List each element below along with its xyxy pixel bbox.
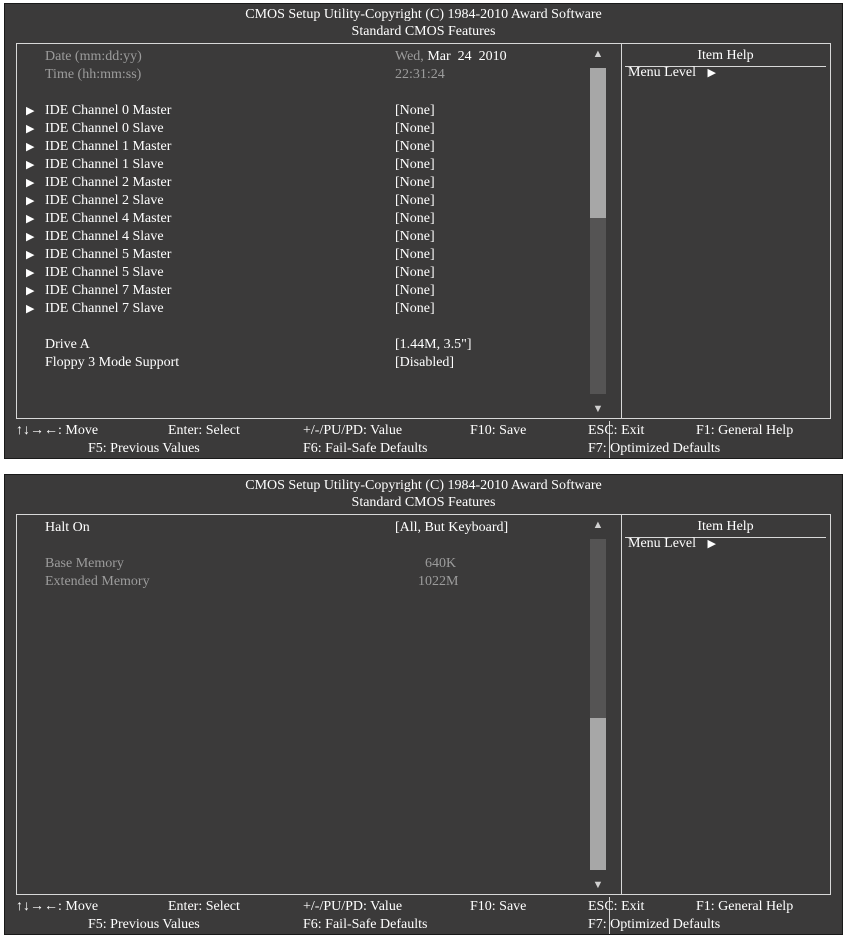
- ide-channel-label: IDE Channel 7 Master: [45, 283, 172, 298]
- settings-frame: Halt On [All, But Keyboard] Base Memory …: [16, 514, 831, 895]
- scroll-down-icon[interactable]: ▼: [590, 403, 606, 415]
- scroll-up-icon[interactable]: ▲: [590, 48, 606, 60]
- bios-screen-standard-cmos-2: CMOS Setup Utility-Copyright (C) 1984-20…: [4, 474, 843, 935]
- triangle-right-icon: ▶: [26, 249, 35, 261]
- triangle-right-icon: ▶: [26, 213, 35, 225]
- copyright-line: CMOS Setup Utility-Copyright (C) 1984-20…: [245, 478, 602, 493]
- floppy-mode-value[interactable]: [Disabled]: [395, 354, 454, 372]
- key-move: ↑↓→←: Move: [16, 899, 99, 914]
- ide-channel-label: IDE Channel 1 Slave: [45, 157, 164, 172]
- ide-channel-value[interactable]: [None]: [395, 174, 435, 192]
- settings-frame: Date (mm:dd:yy) Wed, Mar 24 2010 Time (h…: [16, 43, 831, 419]
- base-memory-label: Base Memory: [45, 556, 124, 571]
- ide-channel-value[interactable]: [None]: [395, 300, 435, 318]
- ide-channel-label: IDE Channel 4 Slave: [45, 229, 164, 244]
- key-f1: F1: General Help: [696, 899, 794, 914]
- bios-header: CMOS Setup Utility-Copyright (C) 1984-20…: [5, 4, 842, 42]
- key-enter: Enter: Select: [168, 899, 240, 914]
- key-f6: F6: Fail-Safe Defaults: [303, 917, 428, 932]
- triangle-right-icon: ▶: [26, 141, 35, 153]
- bios-header: CMOS Setup Utility-Copyright (C) 1984-20…: [5, 475, 842, 513]
- key-f5: F5: Previous Values: [88, 441, 200, 456]
- bios-screen-standard-cmos-1: CMOS Setup Utility-Copyright (C) 1984-20…: [4, 3, 843, 459]
- scrollbar-thumb[interactable]: [590, 718, 606, 870]
- floppy-mode-label: Floppy 3 Mode Support: [45, 355, 180, 370]
- page-title: Standard CMOS Features: [351, 24, 496, 39]
- scrollbar-thumb[interactable]: [590, 68, 606, 218]
- time-label: Time (hh:mm:ss): [45, 67, 142, 82]
- key-legend: ↑↓→←: Move Enter: Select +/-/PU/PD: Valu…: [16, 897, 831, 934]
- ide-channel-value[interactable]: [None]: [395, 138, 435, 156]
- key-esc: ESC: Exit: [588, 423, 645, 438]
- halt-on-value[interactable]: [All, But Keyboard]: [395, 519, 508, 537]
- help-divider: [621, 44, 622, 418]
- triangle-right-icon: ▶: [707, 67, 716, 79]
- ide-channel-value[interactable]: [None]: [395, 156, 435, 174]
- date-value-group: Wed, Mar 24 2010: [395, 48, 507, 66]
- base-memory-value: 640K: [425, 556, 457, 571]
- key-f7: F7: Optimized Defaults: [588, 917, 721, 932]
- triangle-right-icon: ▶: [26, 303, 35, 315]
- help-divider: [621, 515, 622, 894]
- key-esc: ESC: Exit: [588, 899, 645, 914]
- ide-channel-label: IDE Channel 7 Slave: [45, 301, 164, 316]
- ide-channel-value[interactable]: [None]: [395, 228, 435, 246]
- date-label: Date (mm:dd:yy): [45, 49, 142, 64]
- triangle-right-icon: ▶: [26, 267, 35, 279]
- drive-a-value[interactable]: [1.44M, 3.5"]: [395, 336, 472, 354]
- ide-channel-value[interactable]: [None]: [395, 282, 435, 300]
- key-f7: F7: Optimized Defaults: [588, 441, 721, 456]
- key-value: +/-/PU/PD: Value: [303, 423, 403, 438]
- time-value[interactable]: 22:31:24: [395, 66, 445, 84]
- ide-channel-value[interactable]: [None]: [395, 192, 435, 210]
- extended-memory-label: Extended Memory: [45, 574, 150, 589]
- triangle-right-icon: ▶: [26, 105, 35, 117]
- scroll-down-icon[interactable]: ▼: [590, 879, 606, 891]
- scroll-up-icon[interactable]: ▲: [590, 519, 606, 531]
- ide-channel-label: IDE Channel 2 Master: [45, 175, 172, 190]
- ide-channel-label: IDE Channel 2 Slave: [45, 193, 164, 208]
- triangle-right-icon: ▶: [26, 231, 35, 243]
- triangle-right-icon: ▶: [26, 177, 35, 189]
- ide-channel-value[interactable]: [None]: [395, 264, 435, 282]
- key-f10: F10: Save: [470, 423, 527, 438]
- extended-memory-value: 1022M: [418, 574, 459, 589]
- drive-a-label: Drive A: [45, 337, 90, 352]
- triangle-right-icon: ▶: [26, 195, 35, 207]
- key-f5: F5: Previous Values: [88, 917, 200, 932]
- menu-level-label: Menu Level: [628, 536, 697, 551]
- halt-on-label: Halt On: [45, 520, 90, 535]
- ide-channel-value[interactable]: [None]: [395, 120, 435, 138]
- date-value[interactable]: Mar 24 2010: [427, 49, 506, 64]
- ide-channel-label: IDE Channel 4 Master: [45, 211, 172, 226]
- ide-channel-label: IDE Channel 0 Slave: [45, 121, 164, 136]
- triangle-right-icon: ▶: [26, 285, 35, 297]
- key-enter: Enter: Select: [168, 423, 240, 438]
- menu-level-label: Menu Level: [628, 65, 697, 80]
- key-f10: F10: Save: [470, 899, 527, 914]
- copyright-line: CMOS Setup Utility-Copyright (C) 1984-20…: [245, 7, 602, 22]
- ide-channel-label: IDE Channel 1 Master: [45, 139, 172, 154]
- triangle-right-icon: ▶: [707, 538, 716, 550]
- key-f6: F6: Fail-Safe Defaults: [303, 441, 428, 456]
- ide-channel-value[interactable]: [None]: [395, 102, 435, 120]
- key-move: ↑↓→←: Move: [16, 423, 99, 438]
- key-value: +/-/PU/PD: Value: [303, 899, 403, 914]
- scrollbar-track[interactable]: [590, 539, 606, 870]
- ide-channel-value[interactable]: [None]: [395, 246, 435, 264]
- menu-level: Menu Level ▶: [628, 536, 716, 552]
- ide-channel-label: IDE Channel 5 Slave: [45, 265, 164, 280]
- ide-channel-label: IDE Channel 5 Master: [45, 247, 172, 262]
- key-f1: F1: General Help: [696, 423, 794, 438]
- ide-channel-label: IDE Channel 0 Master: [45, 103, 172, 118]
- scrollbar-track[interactable]: [590, 68, 606, 394]
- menu-level: Menu Level ▶: [628, 65, 716, 81]
- triangle-right-icon: ▶: [26, 159, 35, 171]
- key-legend: ↑↓→←: Move Enter: Select +/-/PU/PD: Valu…: [16, 421, 831, 458]
- ide-channel-value[interactable]: [None]: [395, 210, 435, 228]
- date-day: Wed,: [395, 49, 424, 64]
- page-title: Standard CMOS Features: [351, 495, 496, 510]
- triangle-right-icon: ▶: [26, 123, 35, 135]
